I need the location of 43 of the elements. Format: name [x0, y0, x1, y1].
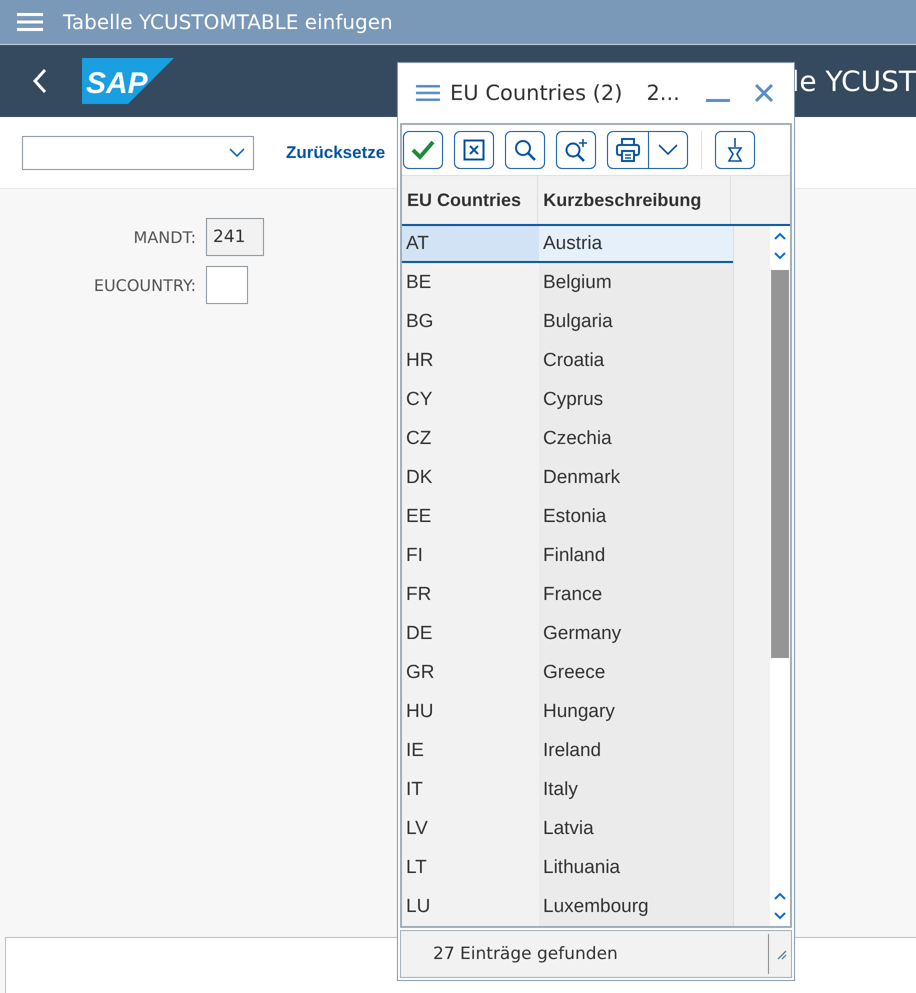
table-cell: France [539, 575, 733, 614]
table-cell: Denmark [539, 458, 733, 497]
table-cell: Finland [539, 536, 733, 575]
table-cell: LV [402, 809, 539, 848]
table-cell: Czechia [539, 419, 733, 458]
field-label: MANDT: [134, 228, 196, 246]
field-label: EUCOUNTRY: [94, 276, 196, 294]
table-cell: HR [402, 341, 539, 380]
table-cell: Austria [539, 226, 733, 261]
table-cell: Cyprus [539, 380, 733, 419]
table-cell: Estonia [539, 497, 733, 536]
table-cell: IE [402, 731, 539, 770]
table-cell: Latvia [539, 809, 733, 848]
table-cell: Belgium [539, 263, 733, 302]
table-cell: Ireland [539, 731, 733, 770]
table-cell: CY [402, 380, 539, 419]
table-cell: Hungary [539, 692, 733, 731]
table-cell: LU [402, 887, 539, 926]
table-cell: Croatia [539, 341, 733, 380]
table-cell: EE [402, 497, 539, 536]
table-cell: Luxembourg [539, 887, 733, 926]
logo-icon: SAP [82, 58, 174, 104]
table-cell: DE [402, 614, 539, 653]
dialog-title: EU Countries (2) [450, 81, 622, 105]
table-cell: Italy [539, 770, 733, 809]
table-cell: Greece [539, 653, 733, 692]
table-cell: BE [402, 263, 539, 302]
table-cell: IT [402, 770, 539, 809]
dialog-subtitle: 2... [646, 81, 680, 105]
table-cell: AT [402, 226, 539, 261]
table-cell: Lithuania [539, 848, 733, 887]
table-cell: Bulgaria [539, 302, 733, 341]
table-cell: HU [402, 692, 539, 731]
table-cell: DK [402, 458, 539, 497]
table-cell: FI [402, 536, 539, 575]
table-cell: GR [402, 653, 539, 692]
table-cell: FR [402, 575, 539, 614]
table-cell: CZ [402, 419, 539, 458]
table-cell: LT [402, 848, 539, 887]
status-text: 27 Einträge gefunden [433, 944, 618, 964]
window-title: Tabelle YCUSTOMTABLE einfugen [63, 10, 393, 34]
table-cell: BG [402, 302, 539, 341]
table-cell: Germany [539, 614, 733, 653]
